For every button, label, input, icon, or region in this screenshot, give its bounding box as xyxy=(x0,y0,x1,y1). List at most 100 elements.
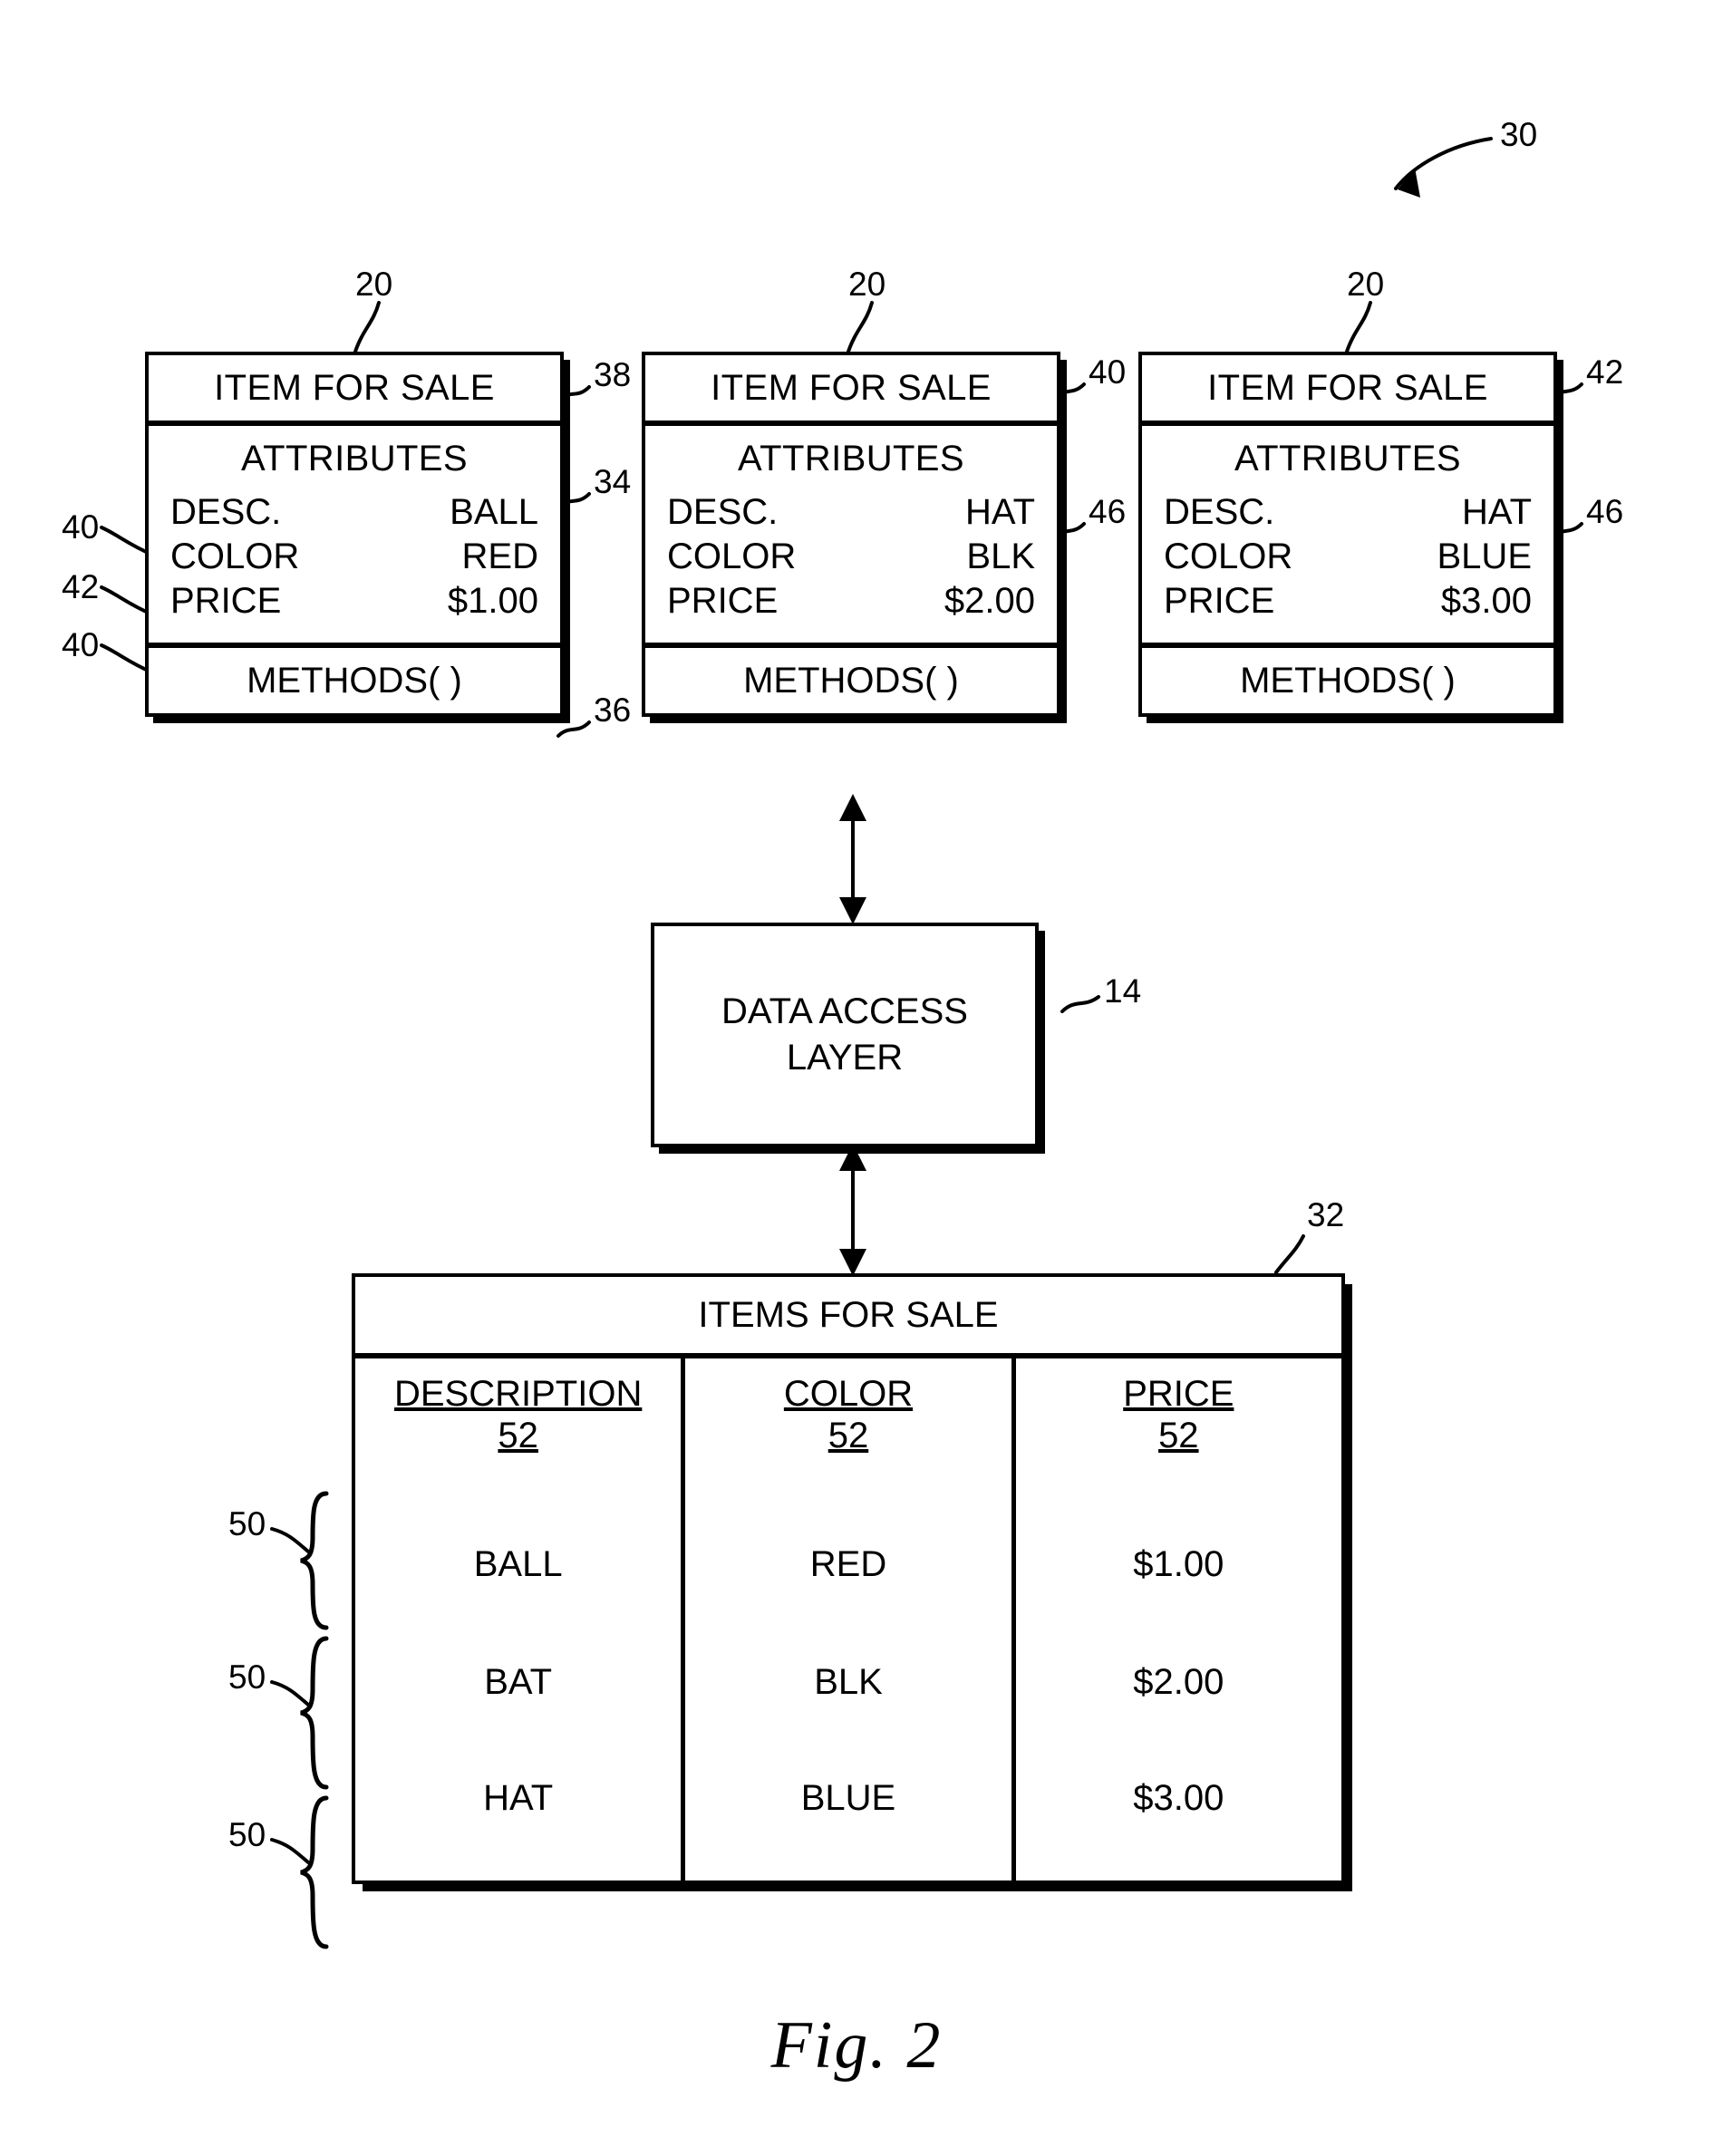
table-cell: BAT xyxy=(484,1662,553,1702)
ref-numeral-40-left-b: 40 xyxy=(62,626,100,663)
table-cell: BALL xyxy=(473,1544,563,1584)
attribute-row: COLOR BLK xyxy=(667,535,1035,579)
class-box-methods-3: METHODS( ) xyxy=(1142,643,1553,713)
attribute-value: $1.00 xyxy=(447,580,538,621)
ref-numeral-20-box1: 20 xyxy=(355,266,393,303)
data-access-layer-label-line1: DATA ACCESS xyxy=(721,991,968,1031)
figure-canvas: 30 20 ITEM FOR SALE ATTRIBUTES DESC. BAL… xyxy=(0,0,1713,2156)
table-column-header: COLOR 52 xyxy=(685,1358,1011,1456)
leader-20-box2 xyxy=(847,301,874,353)
leader-20-box3 xyxy=(1345,301,1372,353)
ref-numeral-42-box3: 42 xyxy=(1586,353,1624,391)
attribute-row: PRICE $2.00 xyxy=(667,579,1035,624)
class-box-attribute-rows-1: DESC. BALL COLOR RED PRICE $1.00 xyxy=(149,479,560,643)
double-arrow-head-up2 xyxy=(839,1144,866,1171)
ref-numeral-20-box2: 20 xyxy=(848,266,886,303)
table-column-header-label: PRICE xyxy=(1123,1374,1234,1414)
brace-row-2 xyxy=(300,1636,329,1790)
attribute-row: COLOR BLUE xyxy=(1164,535,1532,579)
attribute-value: BLUE xyxy=(1437,536,1533,576)
attribute-name: COLOR xyxy=(170,536,300,576)
attribute-row: PRICE $1.00 xyxy=(170,579,538,624)
attribute-row: DESC. HAT xyxy=(1164,490,1532,535)
leader-50-2 xyxy=(270,1680,310,1706)
callout-arrow-line xyxy=(1394,137,1493,190)
attribute-row: DESC. BALL xyxy=(170,490,538,535)
table-column-header-ref: 52 xyxy=(498,1416,538,1455)
table-cell: BLK xyxy=(814,1662,883,1702)
table-column-header-label: COLOR xyxy=(783,1374,914,1414)
attribute-name: DESC. xyxy=(667,492,779,532)
data-access-layer-label-line2: LAYER xyxy=(786,1038,904,1078)
attribute-name: DESC. xyxy=(170,492,282,532)
table-title: ITEMS FOR SALE xyxy=(355,1277,1341,1358)
table-column-description: DESCRIPTION 52 BALL BAT HAT xyxy=(355,1358,681,1880)
attribute-row: COLOR RED xyxy=(170,535,538,579)
leader-50-1 xyxy=(270,1527,310,1553)
attribute-value: BALL xyxy=(450,492,538,532)
table-column-header: PRICE 52 xyxy=(1016,1358,1341,1456)
leader-14 xyxy=(1060,995,1100,1013)
ref-numeral-38: 38 xyxy=(594,356,632,393)
class-box-item-for-sale-2: ITEM FOR SALE ATTRIBUTES DESC. HAT COLOR… xyxy=(642,352,1060,718)
class-box-item-for-sale-1: ITEM FOR SALE ATTRIBUTES DESC. BALL COLO… xyxy=(145,352,564,718)
ref-numeral-30: 30 xyxy=(1500,116,1538,153)
table-column-header-ref: 52 xyxy=(1158,1416,1199,1455)
attribute-value: BLK xyxy=(966,536,1035,576)
table-column-price: PRICE 52 $1.00 $2.00 $3.00 xyxy=(1011,1358,1341,1880)
attribute-name: COLOR xyxy=(667,536,797,576)
class-box-attributes-header-1: ATTRIBUTES xyxy=(241,439,468,479)
ref-numeral-14: 14 xyxy=(1104,972,1142,1010)
leader-38 xyxy=(558,385,591,401)
table-cell: RED xyxy=(809,1544,887,1584)
class-box-attribute-rows-3: DESC. HAT COLOR BLUE PRICE $3.00 xyxy=(1142,479,1553,643)
class-box-methods-2: METHODS( ) xyxy=(645,643,1057,713)
attribute-name: PRICE xyxy=(1164,580,1275,621)
table-cell: HAT xyxy=(483,1778,554,1818)
brace-row-3 xyxy=(300,1795,329,1949)
attribute-name: DESC. xyxy=(1164,492,1275,532)
leader-50-3 xyxy=(270,1838,310,1864)
table-column-header-label: DESCRIPTION xyxy=(393,1374,643,1414)
class-box-title-1: ITEM FOR SALE xyxy=(149,355,560,426)
attribute-value: $3.00 xyxy=(1440,580,1532,621)
ref-numeral-46-box2: 46 xyxy=(1089,493,1127,530)
double-arrow-head-down xyxy=(839,897,866,924)
items-for-sale-table: ITEMS FOR SALE DESCRIPTION 52 BALL BAT H… xyxy=(352,1273,1345,1884)
attribute-value: RED xyxy=(461,536,538,576)
ref-numeral-50-row2: 50 xyxy=(228,1658,266,1696)
ref-numeral-40-left-a: 40 xyxy=(62,508,100,546)
attribute-name: PRICE xyxy=(667,580,779,621)
attribute-value: $2.00 xyxy=(944,580,1035,621)
table-column-header: DESCRIPTION 52 xyxy=(355,1358,681,1456)
table-body: DESCRIPTION 52 BALL BAT HAT COLOR 52 RED… xyxy=(355,1358,1341,1880)
attribute-name: COLOR xyxy=(1164,536,1293,576)
class-box-title-3: ITEM FOR SALE xyxy=(1142,355,1553,426)
ref-numeral-32: 32 xyxy=(1307,1196,1345,1233)
class-box-methods-1: METHODS( ) xyxy=(149,643,560,713)
leader-20-box1 xyxy=(353,301,381,353)
table-cell: $1.00 xyxy=(1133,1544,1224,1584)
ref-numeral-50-row3: 50 xyxy=(228,1816,266,1853)
table-cell: BLUE xyxy=(800,1778,896,1818)
table-column-header-ref: 52 xyxy=(827,1416,869,1455)
double-arrow-head-down2 xyxy=(839,1249,866,1276)
ref-numeral-36: 36 xyxy=(594,691,632,729)
ref-numeral-50-row1: 50 xyxy=(228,1505,266,1542)
ref-numeral-46-box3: 46 xyxy=(1586,493,1624,530)
leader-36 xyxy=(556,720,591,738)
ref-numeral-42-left: 42 xyxy=(62,568,100,605)
table-column-color: COLOR 52 RED BLK BLUE xyxy=(681,1358,1011,1880)
class-box-item-for-sale-3: ITEM FOR SALE ATTRIBUTES DESC. HAT COLOR… xyxy=(1138,352,1557,718)
ref-numeral-34: 34 xyxy=(594,463,632,500)
attribute-row: PRICE $3.00 xyxy=(1164,579,1532,624)
table-cell: $3.00 xyxy=(1133,1778,1224,1818)
attribute-value: HAT xyxy=(964,492,1035,532)
ref-numeral-40-box2: 40 xyxy=(1089,353,1127,391)
attribute-name: PRICE xyxy=(170,580,282,621)
data-access-layer-label: DATA ACCESS LAYER xyxy=(721,989,968,1081)
class-box-attributes-header-2: ATTRIBUTES xyxy=(738,439,964,479)
data-access-layer-box: DATA ACCESS LAYER xyxy=(651,923,1039,1147)
table-cell: $2.00 xyxy=(1133,1662,1224,1702)
attribute-row: DESC. HAT xyxy=(667,490,1035,535)
